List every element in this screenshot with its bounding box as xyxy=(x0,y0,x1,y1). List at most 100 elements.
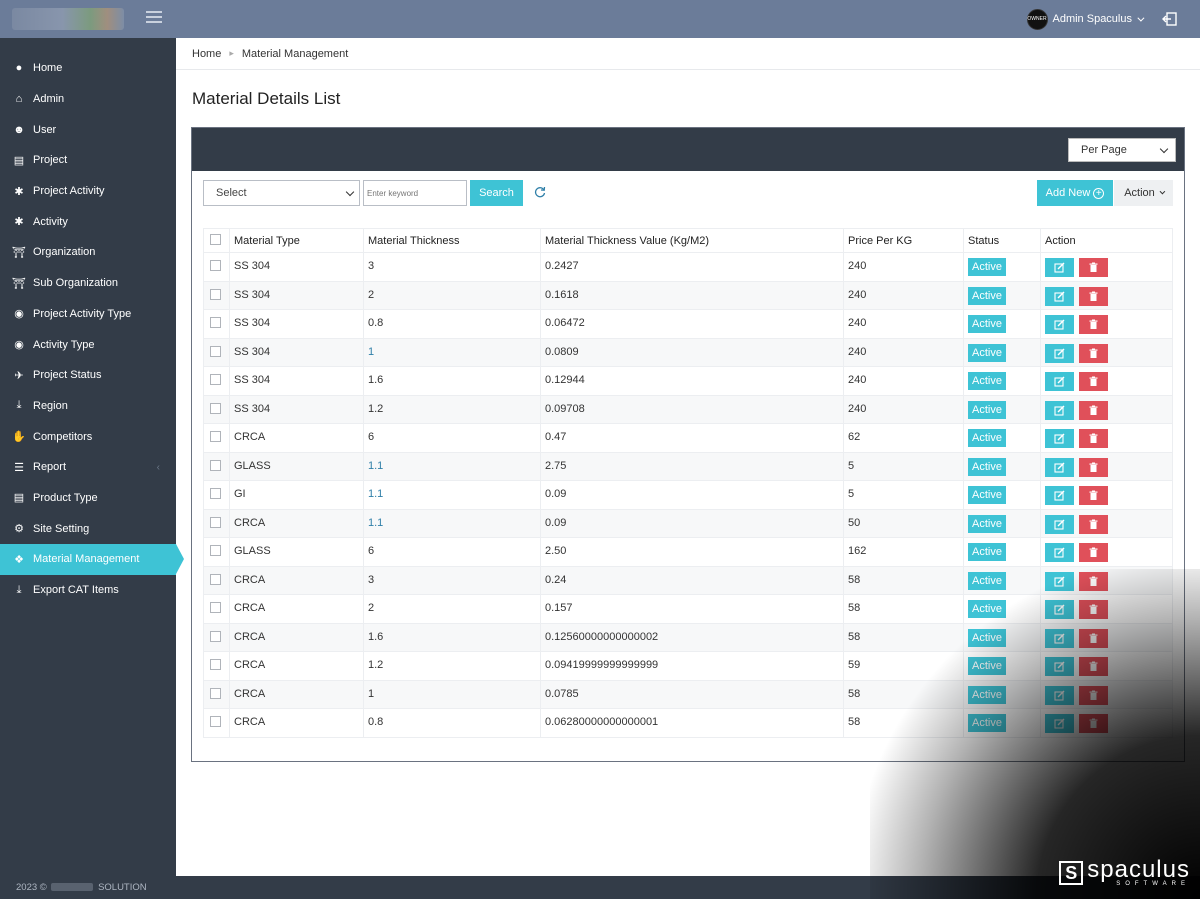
sidebar-item-competitors[interactable]: ✋ Competitors xyxy=(0,421,176,452)
row-checkbox[interactable] xyxy=(210,716,221,727)
sidebar-item-project[interactable]: ▤ Project xyxy=(0,145,176,176)
row-checkbox[interactable] xyxy=(210,602,221,613)
delete-button[interactable] xyxy=(1079,657,1108,676)
edit-button[interactable] xyxy=(1045,343,1074,363)
status-badge[interactable]: Active xyxy=(968,286,1006,305)
logout-icon[interactable] xyxy=(1162,11,1178,27)
col-material-thickness[interactable]: Material Thickness xyxy=(363,228,541,253)
sidebar-item-site-setting[interactable]: ⚙ Site Setting xyxy=(0,513,176,544)
status-badge[interactable]: Active xyxy=(968,486,1006,504)
delete-button[interactable] xyxy=(1079,486,1108,505)
edit-button[interactable] xyxy=(1045,286,1074,306)
sidebar-item-activity-type[interactable]: ◉ Activity Type xyxy=(0,329,176,360)
edit-button[interactable] xyxy=(1045,315,1074,334)
status-badge[interactable]: Active xyxy=(968,372,1006,390)
edit-button[interactable] xyxy=(1045,258,1074,277)
edit-button[interactable] xyxy=(1045,657,1074,676)
row-checkbox[interactable] xyxy=(210,459,221,471)
col-thickness-value[interactable]: Material Thickness Value (Kg/M2) xyxy=(540,228,844,253)
sidebar-item-project-activity[interactable]: ✱ Project Activity xyxy=(0,176,176,207)
status-badge[interactable]: Active xyxy=(968,343,1006,362)
status-badge[interactable]: Active xyxy=(968,571,1006,590)
row-checkbox[interactable] xyxy=(210,516,221,528)
delete-button[interactable] xyxy=(1079,628,1108,648)
delete-button[interactable] xyxy=(1079,457,1108,477)
edit-button[interactable] xyxy=(1045,628,1074,648)
sidebar-item-project-status[interactable]: ✈ Project Status xyxy=(0,360,176,391)
status-badge[interactable]: Active xyxy=(968,400,1006,419)
col-price-per-kg[interactable]: Price Per KG xyxy=(843,228,964,253)
status-badge[interactable]: Active xyxy=(968,258,1006,276)
user-menu[interactable]: OWNER Admin Spaculus xyxy=(1026,8,1145,30)
sidebar-item-admin[interactable]: ⌂ Admin xyxy=(0,84,176,115)
row-checkbox[interactable] xyxy=(210,345,221,357)
row-checkbox[interactable] xyxy=(210,260,221,271)
select-all-checkbox[interactable] xyxy=(210,233,221,245)
sidebar-item-organization[interactable]: ⛩ Organization xyxy=(0,237,176,268)
row-checkbox[interactable] xyxy=(210,374,221,385)
sidebar-item-activity[interactable]: ✱ Activity xyxy=(0,206,176,237)
per-page-select[interactable]: Per Page xyxy=(1068,138,1176,162)
edit-button[interactable] xyxy=(1045,685,1074,705)
status-badge[interactable]: Active xyxy=(968,429,1006,447)
edit-button[interactable] xyxy=(1045,429,1074,448)
row-checkbox[interactable] xyxy=(210,659,221,670)
row-checkbox[interactable] xyxy=(210,488,221,499)
row-checkbox[interactable] xyxy=(210,630,221,642)
row-checkbox[interactable] xyxy=(210,431,221,442)
row-checkbox[interactable] xyxy=(210,545,221,556)
delete-button[interactable] xyxy=(1079,543,1108,562)
edit-button[interactable] xyxy=(1045,372,1074,391)
status-badge[interactable]: Active xyxy=(968,315,1006,333)
sidebar-item-user[interactable]: ☻ User xyxy=(0,114,176,145)
app-logo[interactable] xyxy=(12,8,124,30)
filter-select[interactable]: Select xyxy=(203,180,360,206)
status-badge[interactable]: Active xyxy=(968,714,1006,732)
status-badge[interactable]: Active xyxy=(968,628,1006,647)
edit-button[interactable] xyxy=(1045,571,1074,591)
delete-button[interactable] xyxy=(1079,286,1108,306)
status-badge[interactable]: Active xyxy=(968,543,1006,561)
delete-button[interactable] xyxy=(1079,372,1108,391)
delete-button[interactable] xyxy=(1079,343,1108,363)
edit-button[interactable] xyxy=(1045,400,1074,420)
breadcrumb-home[interactable]: Home xyxy=(192,48,221,60)
row-checkbox[interactable] xyxy=(210,288,221,300)
delete-button[interactable] xyxy=(1079,315,1108,334)
row-checkbox[interactable] xyxy=(210,573,221,585)
edit-button[interactable] xyxy=(1045,714,1074,733)
row-checkbox[interactable] xyxy=(210,317,221,328)
status-badge[interactable]: Active xyxy=(968,657,1006,675)
delete-button[interactable] xyxy=(1079,571,1108,591)
sidebar-item-material-management[interactable]: ❖ Material Management xyxy=(0,544,184,575)
delete-button[interactable] xyxy=(1079,714,1108,733)
delete-button[interactable] xyxy=(1079,429,1108,448)
status-badge[interactable]: Active xyxy=(968,514,1006,533)
delete-button[interactable] xyxy=(1079,258,1108,277)
sidebar-item-product-type[interactable]: ▤ Product Type xyxy=(0,483,176,514)
status-badge[interactable]: Active xyxy=(968,600,1006,618)
sidebar-item-export-cat-items[interactable]: ⤓ Export CAT Items xyxy=(0,575,176,606)
refresh-icon[interactable] xyxy=(533,185,547,199)
status-badge[interactable]: Active xyxy=(968,685,1006,704)
edit-button[interactable] xyxy=(1045,543,1074,562)
sidebar-item-home[interactable]: ● Home xyxy=(0,53,176,84)
edit-button[interactable] xyxy=(1045,600,1074,619)
edit-button[interactable] xyxy=(1045,486,1074,505)
col-material-type[interactable]: Material Type xyxy=(229,228,364,253)
sidebar-item-sub-organization[interactable]: ⛩ Sub Organization xyxy=(0,268,176,299)
delete-button[interactable] xyxy=(1079,400,1108,420)
edit-button[interactable] xyxy=(1045,514,1074,534)
sidebar-item-report[interactable]: ☰ Report ‹ xyxy=(0,452,176,483)
delete-button[interactable] xyxy=(1079,685,1108,705)
col-status[interactable]: Status xyxy=(963,228,1041,253)
row-checkbox[interactable] xyxy=(210,402,221,414)
row-checkbox[interactable] xyxy=(210,687,221,699)
edit-button[interactable] xyxy=(1045,457,1074,477)
search-button[interactable]: Search xyxy=(470,180,523,206)
action-dropdown[interactable]: Action xyxy=(1114,180,1173,206)
delete-button[interactable] xyxy=(1079,514,1108,534)
sidebar-item-region[interactable]: ⤓ Region xyxy=(0,391,176,422)
delete-button[interactable] xyxy=(1079,600,1108,619)
add-new-button[interactable]: Add New + xyxy=(1037,180,1113,206)
